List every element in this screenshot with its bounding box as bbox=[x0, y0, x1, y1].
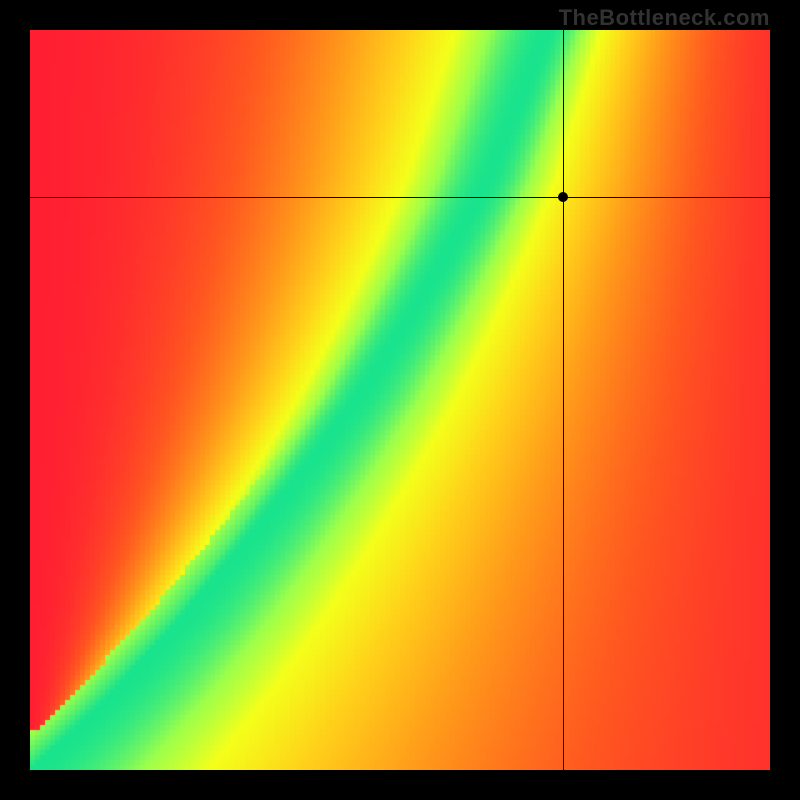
crosshair-horizontal bbox=[30, 197, 770, 199]
query-point-marker bbox=[558, 192, 568, 202]
watermark-text: TheBottleneck.com bbox=[559, 5, 770, 31]
plot-area bbox=[30, 30, 770, 770]
chart-frame: TheBottleneck.com bbox=[0, 0, 800, 800]
heatmap-canvas bbox=[30, 30, 770, 770]
crosshair-vertical bbox=[563, 30, 565, 770]
